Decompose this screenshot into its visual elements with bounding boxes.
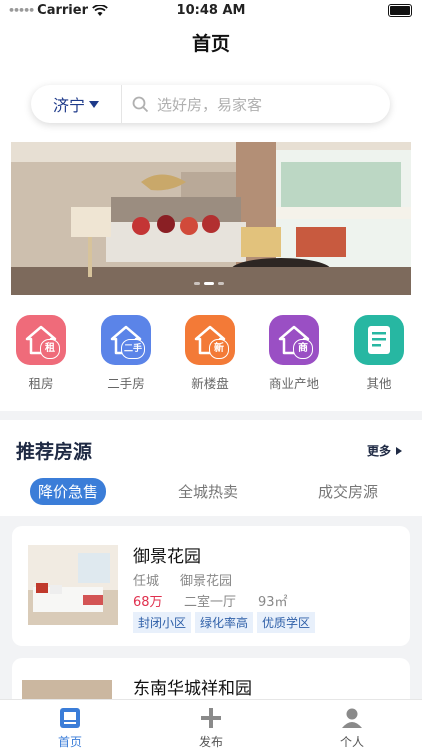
listing-community: 御景花园 — [180, 574, 233, 589]
section-title: 推荐房源 — [16, 441, 93, 463]
category-label: 新楼盘 — [191, 376, 229, 391]
banner-image[interactable] — [11, 142, 411, 295]
listing-name: 东南华城祥和园 — [133, 679, 252, 699]
more-label: 更多 — [366, 444, 391, 458]
listing-card[interactable]: 御景花园 任城 御景花园 68万 二室一厅 93㎡ 封闭小区 绿化率高 优质学区 — [12, 526, 410, 646]
listing-tag: 封闭小区 — [133, 612, 192, 633]
carousel-dot[interactable] — [194, 282, 200, 285]
listing-name: 御景花园 — [133, 547, 201, 567]
user-icon — [342, 708, 362, 728]
living-room-photo — [11, 142, 411, 295]
category-rent[interactable]: 租 租房 — [11, 315, 71, 392]
listing-photo — [28, 545, 118, 625]
more-link[interactable]: 更多 — [367, 442, 402, 459]
battery-icon — [388, 4, 412, 17]
second-hand-icon: 二手 — [101, 315, 151, 365]
category-label: 租房 — [28, 376, 54, 391]
second-hand-badge: 二手 — [121, 339, 145, 359]
tab-hot-sale[interactable]: 全城热卖 — [178, 481, 238, 502]
search-input[interactable]: 选好房，易家客 — [157, 94, 262, 115]
listing-district: 任城 — [133, 574, 160, 589]
listing-price: 68万 — [133, 595, 163, 610]
listing-tags: 封闭小区 绿化率高 优质学区 — [133, 612, 319, 633]
rent-icon: 租 — [16, 315, 66, 365]
new-house-badge: 新 — [209, 339, 229, 359]
category-label: 商业产地 — [268, 376, 319, 391]
category-label: 其他 — [366, 376, 392, 391]
commercial-icon: 商 — [269, 315, 319, 365]
new-house-icon: 新 — [185, 315, 235, 365]
tab-home[interactable]: 首页 — [0, 700, 140, 751]
city-label: 济宁 — [52, 96, 85, 115]
carousel-dot[interactable] — [218, 282, 224, 285]
tab-label: 个人 — [339, 735, 364, 749]
city-selector[interactable]: 济宁 — [31, 85, 122, 123]
tab-label: 首页 — [57, 735, 82, 749]
category-second-hand[interactable]: 二手 二手房 — [96, 315, 156, 392]
search-bar[interactable]: 济宁 选好房，易家客 — [31, 85, 390, 123]
chevron-down-icon — [89, 100, 99, 108]
category-label: 二手房 — [107, 376, 145, 391]
listing-area: 93㎡ — [258, 595, 288, 610]
tab-price-drop[interactable]: 降价急售 — [30, 478, 107, 505]
status-bar: ••••• Carrier 10:48 AM — [0, 0, 422, 22]
home-icon — [60, 708, 80, 728]
rent-badge: 租 — [40, 339, 60, 359]
category-other[interactable]: 其他 — [349, 315, 409, 392]
tab-label: 发布 — [198, 735, 223, 749]
page-title: 首页 — [191, 33, 230, 55]
carousel-dot-active[interactable] — [204, 282, 214, 285]
clock: 10:48 AM — [176, 3, 246, 18]
listing-tag: 绿化率高 — [195, 612, 254, 633]
tab-publish[interactable]: 发布 — [141, 700, 281, 751]
tab-profile[interactable]: 个人 — [282, 700, 422, 751]
tab-bar: 首页 发布 个人 — [0, 699, 422, 751]
navigation-bar: 首页 — [0, 22, 422, 66]
category-new-house[interactable]: 新 新楼盘 — [180, 315, 240, 392]
tab-sold[interactable]: 成交房源 — [318, 481, 378, 502]
listing-tag: 优质学区 — [257, 612, 316, 633]
category-commercial[interactable]: 商 商业产地 — [264, 315, 324, 392]
plus-icon — [201, 708, 221, 728]
document-icon — [354, 315, 404, 365]
search-icon — [132, 96, 149, 112]
listing-layout: 二室一厅 — [184, 595, 237, 610]
chevron-right-icon — [396, 446, 402, 455]
commercial-badge: 商 — [293, 339, 313, 359]
